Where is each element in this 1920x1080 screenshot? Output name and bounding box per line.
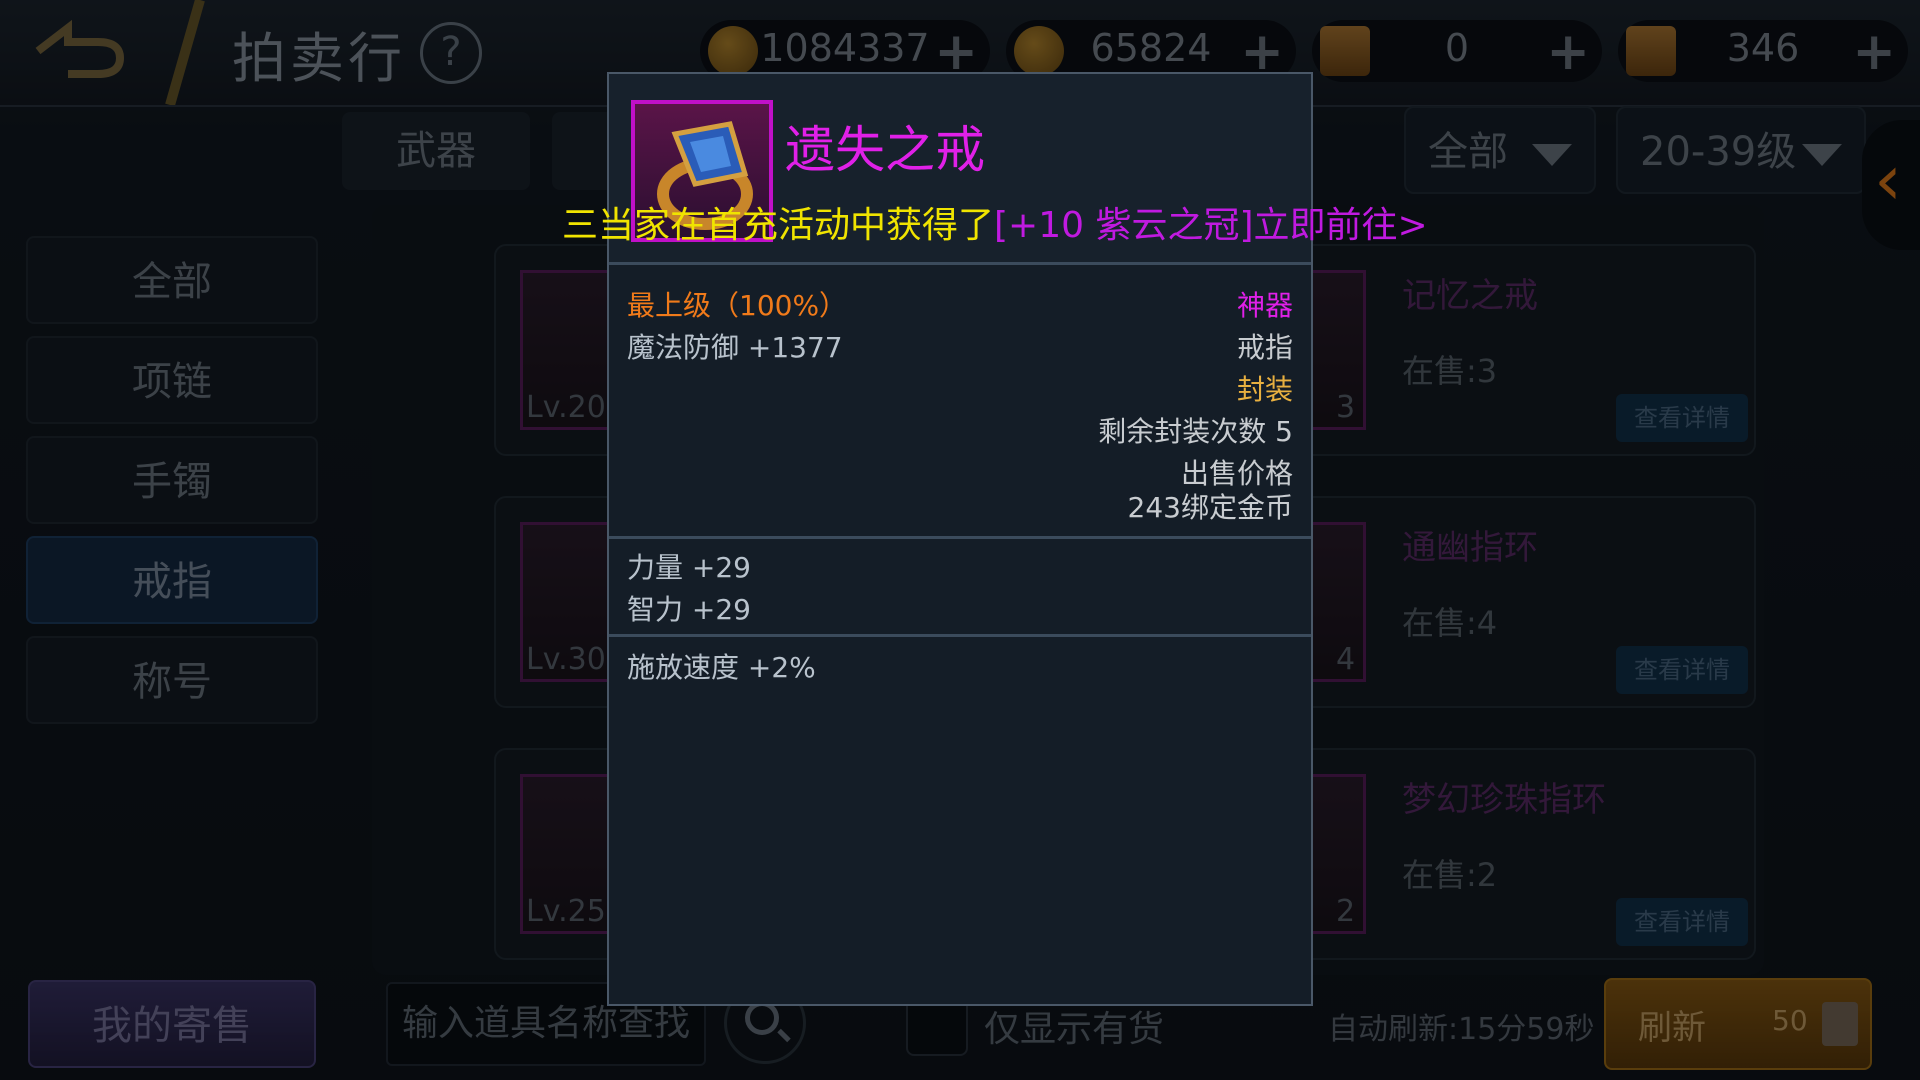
sell-price: 243绑定金币 xyxy=(1127,491,1293,524)
ticker-message: 三当家在首充活动中获得了 xyxy=(562,205,995,246)
seal-remaining: 剩余封装次数 5 xyxy=(1098,415,1293,448)
item-name: 遗失之戒 xyxy=(785,121,985,179)
stat-cast-speed: 施放速度 +2% xyxy=(627,651,816,684)
item-rarity: 神器 xyxy=(1236,289,1293,322)
item-quality: 最上级（100%） xyxy=(627,289,848,322)
item-slot: 戒指 xyxy=(1236,331,1293,364)
divider xyxy=(609,536,1311,539)
ticker-item: [+10 紫云之冠] xyxy=(994,205,1254,246)
broadcast-ticker[interactable]: 三当家在首充活动中获得了[+10 紫云之冠]立即前往> xyxy=(562,196,1428,248)
stat-intelligence: 智力 +29 xyxy=(627,593,751,626)
divider xyxy=(609,262,1311,265)
ticker-link[interactable]: 立即前往> xyxy=(1254,205,1428,246)
stat-strength: 力量 +29 xyxy=(627,551,751,584)
item-main-stat: 魔法防御 +1377 xyxy=(627,331,843,364)
item-sealed: 封装 xyxy=(1236,373,1293,406)
divider xyxy=(609,634,1311,637)
